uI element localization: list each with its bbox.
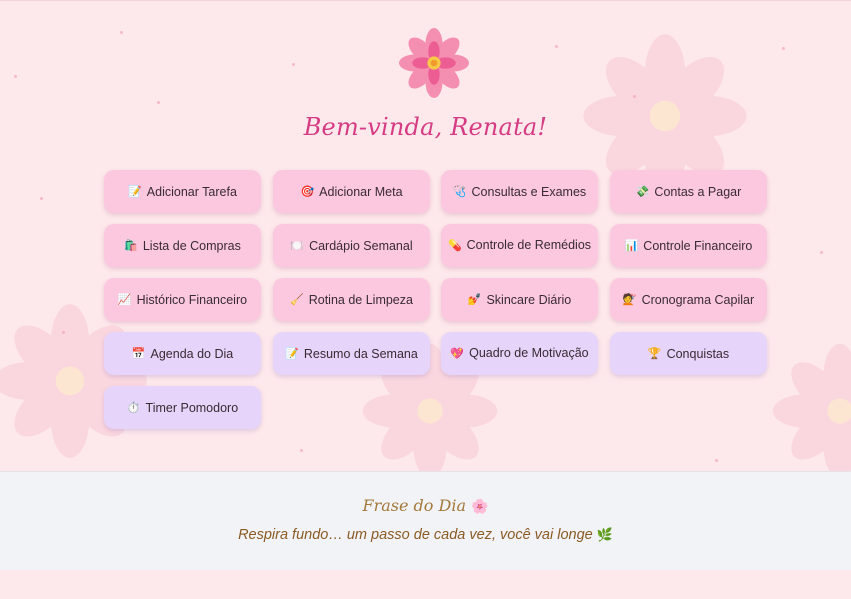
calendar-icon: 📅: [131, 346, 146, 360]
motivation-board-button[interactable]: 💖 Quadro de Motivação: [441, 332, 598, 375]
button-label: Skincare Diário: [486, 292, 572, 307]
hair-schedule-button[interactable]: 💇 Cronograma Capilar: [610, 278, 767, 321]
button-label: Controle Financeiro: [643, 238, 753, 253]
bills-to-pay-button[interactable]: 💸 Contas a Pagar: [610, 170, 767, 213]
button-label: Histórico Financeiro: [136, 292, 248, 307]
pill-icon: 💊: [447, 239, 462, 252]
medicine-control-button[interactable]: 💊 Controle de Remédios: [441, 224, 598, 267]
button-label: Rotina de Limpeza: [308, 292, 413, 307]
button-label: Consultas e Exames: [471, 184, 587, 199]
sparkle-dot: [62, 331, 65, 334]
quote-text: Respira fundo… um passo de cada vez, voc…: [0, 527, 851, 543]
daily-agenda-button[interactable]: 📅 Agenda do Dia: [104, 332, 261, 375]
sparkle-dot: [157, 101, 160, 104]
background-flower-icon: [0, 304, 147, 458]
sparkling-heart-icon: 💖: [450, 347, 465, 360]
sparkle-dot: [715, 459, 718, 462]
quote-text-content: Respira fundo… um passo de cada vez, voc…: [238, 527, 593, 543]
button-label: Controle de Remédios: [466, 238, 592, 252]
sparkle-dot: [633, 95, 636, 98]
sparkle-dot: [14, 75, 17, 78]
button-label: Contas a Pagar: [654, 184, 742, 199]
financial-history-button[interactable]: 📈 Histórico Financeiro: [104, 278, 261, 321]
financial-control-button[interactable]: 📊 Controle Financeiro: [610, 224, 767, 267]
sparkle-dot: [300, 449, 303, 452]
plate-icon: 🍽️: [290, 238, 305, 252]
shopping-bags-icon: 🛍️: [124, 238, 138, 252]
memo-icon: 📝: [285, 346, 299, 360]
trending-up-icon: 📈: [117, 292, 132, 306]
button-label: Resumo da Semana: [303, 346, 418, 361]
button-label: Timer Pomodoro: [145, 400, 239, 415]
button-label: Cardápio Semanal: [309, 238, 413, 253]
memo-icon: 📝: [128, 184, 142, 198]
daily-skincare-button[interactable]: 💅 Skincare Diário: [441, 278, 598, 321]
footer-background: [0, 570, 851, 599]
stethoscope-icon: 🩺: [452, 184, 467, 198]
sparkle-dot: [782, 47, 785, 50]
bar-chart-icon: 📊: [624, 238, 639, 252]
background-flower-icon: [772, 343, 851, 472]
shopping-list-button[interactable]: 🛍️ Lista de Compras: [104, 224, 261, 267]
sparkle-dot: [292, 63, 295, 66]
flower-logo-icon: [399, 28, 469, 98]
appointments-exams-button[interactable]: 🩺 Consultas e Exames: [441, 170, 598, 213]
pomodoro-timer-button[interactable]: ⏱️ Timer Pomodoro: [104, 386, 261, 429]
button-label: Quadro de Motivação: [469, 346, 589, 360]
sparkle-dot: [555, 45, 558, 48]
haircut-icon: 💇: [622, 292, 637, 306]
button-label: Adicionar Tarefa: [146, 184, 237, 199]
cherry-blossom-icon: 🌸: [471, 499, 489, 515]
weekly-summary-button[interactable]: 📝 Resumo da Semana: [273, 332, 430, 375]
herb-icon: 🌿: [596, 527, 613, 542]
button-label: Cronograma Capilar: [641, 292, 755, 307]
add-task-button[interactable]: 📝 Adicionar Tarefa: [104, 170, 261, 213]
cleaning-routine-button[interactable]: 🧹 Rotina de Limpeza: [273, 278, 430, 321]
quote-title-text: Frase do Dia: [362, 496, 466, 515]
dashboard-area: Bem-vinda, Renata! 📝 Adicionar Tarefa 🎯 Ad…: [0, 0, 851, 472]
welcome-greeting: Bem-vinda, Renata!: [303, 113, 548, 141]
quote-title: Frase do Dia 🌸: [0, 496, 851, 515]
add-goal-button[interactable]: 🎯 Adicionar Meta: [273, 170, 430, 213]
weekly-menu-button[interactable]: 🍽️ Cardápio Semanal: [273, 224, 430, 267]
stopwatch-icon: ⏱️: [126, 400, 141, 414]
quote-of-the-day-panel: Frase do Dia 🌸 Respira fundo… um passo d…: [0, 471, 851, 571]
button-label: Adicionar Meta: [319, 184, 403, 199]
broom-icon: 🧹: [290, 292, 304, 306]
sparkle-dot: [40, 197, 43, 200]
achievements-button[interactable]: 🏆 Conquistas: [610, 332, 767, 375]
money-wings-icon: 💸: [635, 184, 650, 198]
button-label: Agenda do Dia: [150, 346, 234, 361]
sparkle-dot: [120, 31, 123, 34]
sparkle-dot: [820, 251, 823, 254]
button-label: Conquistas: [666, 346, 730, 361]
button-label: Lista de Compras: [142, 238, 241, 253]
nail-polish-icon: 💅: [467, 292, 482, 306]
trophy-icon: 🏆: [647, 346, 662, 360]
target-icon: 🎯: [300, 184, 315, 198]
